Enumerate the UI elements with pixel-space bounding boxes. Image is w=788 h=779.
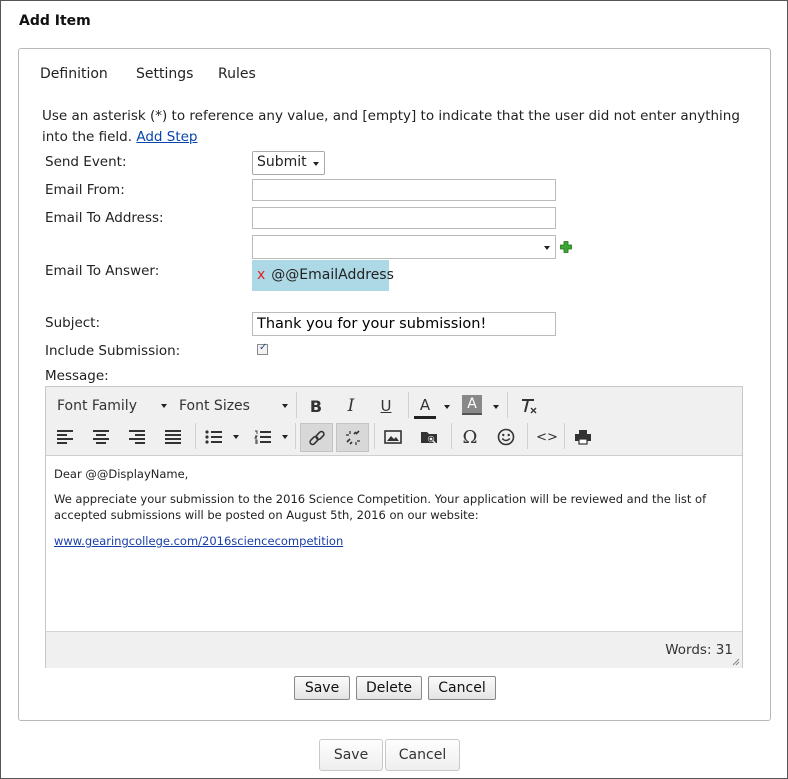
subject-field[interactable] xyxy=(252,312,556,336)
text-color-button[interactable]: A xyxy=(414,393,436,419)
word-count: Words: 31 xyxy=(665,642,733,658)
send-event-label: Send Event: xyxy=(45,154,127,170)
special-character-button[interactable]: Ω xyxy=(457,424,483,450)
background-color-button[interactable]: A xyxy=(462,395,482,415)
emoticon-button[interactable] xyxy=(493,424,519,450)
toolbar-divider xyxy=(296,392,297,418)
step-save-button[interactable]: Save xyxy=(294,676,350,700)
rules-panel: Definition Settings Rules Use an asteris… xyxy=(18,48,771,721)
toolbar-divider xyxy=(507,392,508,418)
folder-search-icon xyxy=(421,432,437,444)
underline-button[interactable]: U xyxy=(373,393,399,419)
font-family-dropdown[interactable]: Font Family xyxy=(57,398,168,414)
add-item-dialog: Add Item Definition Settings Rules Use a… xyxy=(0,0,788,779)
bullet-list-button[interactable] xyxy=(201,424,227,450)
add-answer-icon[interactable] xyxy=(560,241,572,253)
email-to-answer-label: Email To Answer: xyxy=(45,263,160,279)
message-paragraph: We appreciate your submission to the 201… xyxy=(54,492,707,522)
email-answer-chip: x @@EmailAddress xyxy=(252,260,394,291)
justify-button[interactable] xyxy=(160,424,186,450)
step-delete-button[interactable]: Delete xyxy=(356,676,422,700)
insert-image-button[interactable] xyxy=(380,424,406,450)
tab-definition[interactable]: Definition xyxy=(40,66,108,82)
insert-link-button[interactable] xyxy=(300,423,333,452)
editor-content-area[interactable]: Dear @@DisplayName, We appreciate your s… xyxy=(46,455,742,630)
include-submission-label: Include Submission: xyxy=(45,343,181,359)
clear-formatting-button[interactable] xyxy=(516,393,542,419)
competition-link[interactable]: www.gearingcollege.com/2016sciencecompet… xyxy=(54,534,343,548)
align-center-button[interactable] xyxy=(88,424,114,450)
unlink-icon xyxy=(345,429,360,445)
font-sizes-label: Font Sizes xyxy=(179,398,250,414)
checkmark-icon: ✓ xyxy=(259,342,268,353)
smiley-icon xyxy=(497,428,515,446)
send-event-value: Submit xyxy=(257,154,307,170)
email-to-address-field[interactable] xyxy=(252,207,556,229)
resize-handle-icon[interactable] xyxy=(732,658,740,666)
chevron-down-icon xyxy=(282,404,289,408)
dialog-save-button[interactable]: Save xyxy=(319,739,383,771)
toolbar-divider xyxy=(374,423,375,449)
numbered-list-button[interactable] xyxy=(250,424,276,450)
step-cancel-button[interactable]: Cancel xyxy=(428,676,496,700)
align-right-icon xyxy=(129,430,145,444)
include-submission-checkbox[interactable]: ✓ xyxy=(257,342,268,355)
add-step-link[interactable]: Add Step xyxy=(136,129,197,145)
align-left-button[interactable] xyxy=(52,424,78,450)
message-greeting: Dear @@DisplayName, xyxy=(54,467,189,481)
bullet-list-icon xyxy=(205,430,222,444)
chevron-down-icon xyxy=(161,404,168,408)
print-icon xyxy=(575,430,591,445)
send-event-select[interactable]: Submit xyxy=(252,151,325,175)
email-from-field[interactable] xyxy=(252,179,556,201)
email-to-address-label: Email To Address: xyxy=(45,210,164,226)
chevron-down-icon[interactable] xyxy=(493,405,499,409)
email-to-answer-select[interactable] xyxy=(252,235,556,259)
unlink-button[interactable] xyxy=(336,423,369,452)
align-right-button[interactable] xyxy=(124,424,150,450)
italic-button[interactable]: I xyxy=(338,393,364,419)
subject-label: Subject: xyxy=(45,315,101,331)
rules-instructions: Use an asterisk (*) to reference any val… xyxy=(42,106,748,148)
print-button[interactable] xyxy=(570,424,596,450)
numbered-list-icon xyxy=(254,430,271,444)
message-editor: Font Family Font Sizes B I U A A Ω <> De… xyxy=(45,386,743,668)
chevron-down-icon xyxy=(313,162,319,166)
font-sizes-dropdown[interactable]: Font Sizes xyxy=(179,398,289,414)
chevron-down-icon[interactable] xyxy=(444,405,450,409)
remove-chip-icon[interactable]: x xyxy=(257,267,265,283)
toolbar-divider xyxy=(195,423,196,449)
toolbar-divider xyxy=(564,423,565,449)
bold-button[interactable]: B xyxy=(303,393,329,419)
dialog-title: Add Item xyxy=(19,13,91,29)
chevron-down-icon[interactable] xyxy=(282,435,288,439)
toolbar-divider xyxy=(408,392,409,418)
chevron-down-icon[interactable] xyxy=(233,435,239,439)
justify-icon xyxy=(165,430,181,444)
image-icon xyxy=(384,430,402,444)
chip-label: @@EmailAddress xyxy=(271,267,394,283)
email-from-label: Email From: xyxy=(45,182,125,198)
clear-formatting-icon xyxy=(522,399,537,414)
dialog-cancel-button[interactable]: Cancel xyxy=(385,739,460,771)
tab-settings[interactable]: Settings xyxy=(136,66,193,82)
link-icon xyxy=(308,430,325,445)
source-code-button[interactable]: <> xyxy=(534,424,560,450)
chevron-down-icon xyxy=(544,246,550,250)
editor-statusbar: Words: 31 xyxy=(46,631,742,668)
toolbar-divider xyxy=(451,423,452,449)
font-family-label: Font Family xyxy=(57,398,137,414)
toolbar-divider xyxy=(527,423,528,449)
align-center-icon xyxy=(93,430,109,444)
image-browser-button[interactable] xyxy=(416,424,442,450)
toolbar-divider xyxy=(295,423,296,449)
align-left-icon xyxy=(57,430,73,444)
message-label: Message: xyxy=(45,368,109,384)
tab-rules[interactable]: Rules xyxy=(218,66,256,82)
editor-toolbar: Font Family Font Sizes B I U A A Ω <> xyxy=(46,387,742,456)
